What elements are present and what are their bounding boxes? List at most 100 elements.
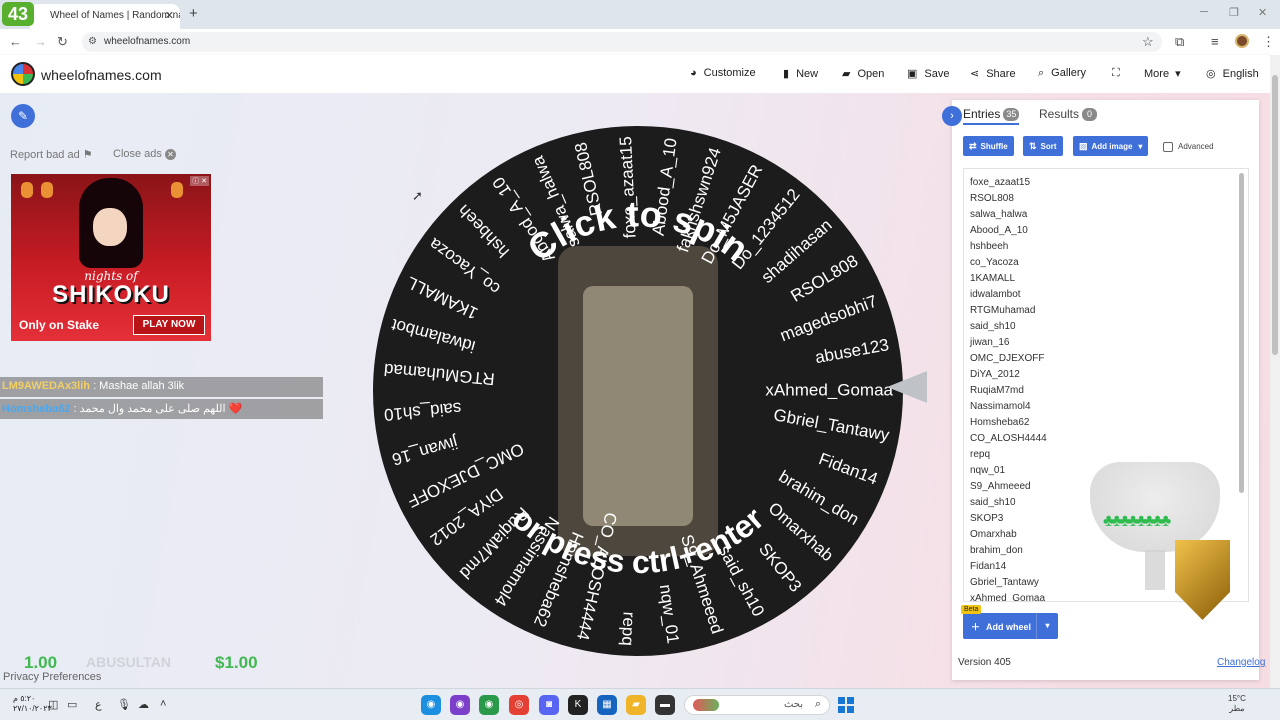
spin-wheel[interactable]: xAhmed_GomaaGbriel_TantawyFidan14brahim_… (373, 126, 903, 656)
terminal-icon[interactable]: ▬ (655, 695, 675, 715)
notification-icon[interactable]: ◫ (48, 698, 58, 711)
add-wheel-button[interactable]: ＋ Add wheel ▾ (963, 613, 1058, 639)
tab-results[interactable]: Results 0 (1039, 107, 1098, 122)
windows-taskbar: ٥:٢٠ م ٢٧/١٠/٢٠٢٣ ◫ ▭ ع 🎙 ☁ ˄ ◉ ◉ ◉ ◎ ◙ … (0, 688, 1280, 720)
brand-name[interactable]: wheelofnames.com (41, 67, 162, 83)
beta-badge: Beta (961, 605, 982, 614)
advertisement[interactable]: ⓘ ✕ nights of SHIKOKU Only on Stake PLAY… (11, 174, 211, 341)
profile-avatar[interactable] (1235, 34, 1249, 48)
app-icon[interactable]: ◉ (450, 695, 470, 715)
clock[interactable]: ٥:٢٠ م ٢٧/١٠/٢٠٢٣ (13, 694, 52, 714)
entry-item: hshbeeh (970, 241, 1009, 252)
wheel-slice-label: xAhmed_Gomaa (765, 380, 893, 399)
changelog-link[interactable]: Changelog (1217, 657, 1265, 668)
page-scrollbar[interactable] (1270, 55, 1280, 688)
search-icon: ⌕ (1038, 67, 1045, 79)
share-button[interactable]: ⋖ Share (970, 67, 1016, 80)
back-icon[interactable]: ← (9, 34, 22, 49)
version-text: Version 405 (958, 657, 1011, 668)
close-ads-link[interactable]: Close ads ✕ (113, 148, 176, 160)
more-button[interactable]: More ▾ (1144, 67, 1181, 80)
wheel-logo-icon[interactable] (11, 62, 35, 86)
sort-icon: ⇅ (1029, 141, 1037, 151)
maximize-icon[interactable]: ❐ (1229, 6, 1239, 19)
ad-character-face (93, 208, 127, 246)
add-wheel-label: Add wheel (986, 622, 1032, 632)
folder-open-icon: ▰ (842, 68, 851, 80)
ad-only-on: Only on Stake (19, 318, 100, 332)
entry-item: foxe_azaat15 (970, 177, 1031, 188)
chat-message: Homsheba62 : اللهم صلى على محمد وال محمد… (0, 399, 323, 419)
page-scrollbar-thumb[interactable] (1272, 75, 1278, 355)
advanced-checkbox[interactable] (1163, 142, 1173, 152)
new-label: New (796, 68, 819, 80)
browser-toolbar: ← → ↻ ⚙ wheelofnames.com ☆ ⧉ ≡ ⋮ (0, 29, 1280, 55)
chevron-right-icon[interactable]: › (942, 106, 962, 126)
privacy-preferences-link[interactable]: Privacy Preferences (3, 671, 101, 683)
entry-item: said_sh10 (970, 321, 1016, 332)
site-info-icon[interactable]: ⚙ (88, 36, 97, 47)
entries-textarea[interactable]: foxe_azaat15 RSOL808 salwa_halwa Abood_A_10… (963, 168, 1249, 602)
save-button[interactable]: ▣ Save (907, 67, 949, 80)
new-tab-button[interactable]: + (189, 5, 198, 22)
tab-close-icon[interactable]: ✕ (165, 9, 174, 22)
weather-widget[interactable]: 15°C مطر (1228, 694, 1246, 714)
address-bar[interactable]: ⚙ wheelofnames.com (82, 32, 1162, 52)
browser-menu-icon[interactable]: ⋮ (1262, 34, 1275, 50)
add-image-button[interactable]: ▨ Add image ▾ (1073, 136, 1149, 156)
fullscreen-button[interactable]: ⛶ (1112, 67, 1127, 80)
tab-entries[interactable]: Entries 35 (963, 107, 1020, 126)
tab-results-label: Results (1039, 107, 1080, 121)
ad-play-button[interactable]: PLAY NOW (133, 315, 205, 335)
report-ad-link[interactable]: Report bad ad ⚑ (10, 148, 93, 161)
entry-item: Homsheba62 (970, 417, 1030, 428)
save-label: Save (924, 68, 950, 80)
app-icon[interactable]: ◉ (421, 695, 441, 715)
chevron-up-icon[interactable]: ˄ (160, 698, 166, 710)
caret-down-icon[interactable]: ▾ (1036, 613, 1058, 639)
chrome-icon[interactable]: ◎ (509, 695, 529, 715)
windows-start-icon[interactable] (838, 697, 854, 713)
ad-title: SHIKOKU (52, 281, 170, 308)
edit-pencil-icon[interactable]: ✎ (11, 104, 35, 128)
adchoices-icon[interactable]: ⓘ ✕ (190, 176, 209, 186)
palette-icon: ◕ (690, 67, 697, 79)
cloud-icon[interactable]: ☁ (138, 698, 149, 711)
main-area: ✎ Report bad ad ⚑ Close ads ✕ ⓘ ✕ nights… (0, 93, 1270, 688)
extensions-icon[interactable]: ⧉ (1175, 34, 1184, 50)
kick-app-icon[interactable]: K (568, 695, 588, 715)
results-count-badge: 0 (1082, 108, 1098, 122)
gallery-button[interactable]: ⌕ Gallery (1038, 67, 1086, 80)
file-explorer-icon[interactable]: ▰ (626, 695, 646, 715)
chat-text: : Mashae allah 3lik (90, 380, 185, 392)
globe-icon: ◎ (1206, 68, 1216, 80)
app-icon[interactable]: ◉ (479, 695, 499, 715)
customize-button[interactable]: ◕ Customize (690, 67, 756, 79)
browser-tab[interactable]: Wheel of Names | Random name picker ✕ (30, 4, 180, 29)
sort-button[interactable]: ⇅ Sort (1023, 136, 1063, 156)
taskbar-search[interactable]: بحث ⌕ (684, 695, 830, 715)
forward-icon[interactable]: → (34, 34, 47, 49)
fullscreen-icon: ⛶ (1112, 67, 1120, 79)
floppy-icon: ▣ (907, 68, 918, 80)
new-button[interactable]: ▮ New (783, 67, 818, 80)
entry-item: DiYA_2012 (970, 369, 1020, 380)
open-button[interactable]: ▰ Open (842, 67, 884, 80)
sort-label: Sort (1040, 142, 1057, 151)
bookmark-star-icon[interactable]: ☆ (1142, 34, 1154, 50)
minimize-icon[interactable]: ─ (1200, 6, 1208, 18)
entry-item: co_Yacoza (970, 257, 1019, 268)
caret-down-icon: ▾ (1175, 68, 1181, 80)
weather-condition: مطر (1229, 704, 1245, 713)
language-button[interactable]: ◎ English (1206, 67, 1259, 80)
close-window-icon[interactable]: ✕ (1258, 6, 1267, 19)
store-icon[interactable]: ▦ (597, 695, 617, 715)
reload-icon[interactable]: ↻ (57, 34, 68, 50)
keyboard-language-icon[interactable]: ع (95, 698, 102, 711)
discord-icon[interactable]: ◙ (539, 695, 559, 715)
reading-list-icon[interactable]: ≡ (1211, 34, 1219, 49)
microphone-icon[interactable]: 🎙 (117, 698, 131, 711)
entries-scrollbar[interactable] (1239, 173, 1244, 493)
display-icon[interactable]: ▭ (67, 698, 77, 711)
shuffle-button[interactable]: ⇄ Shuffle (963, 136, 1014, 156)
